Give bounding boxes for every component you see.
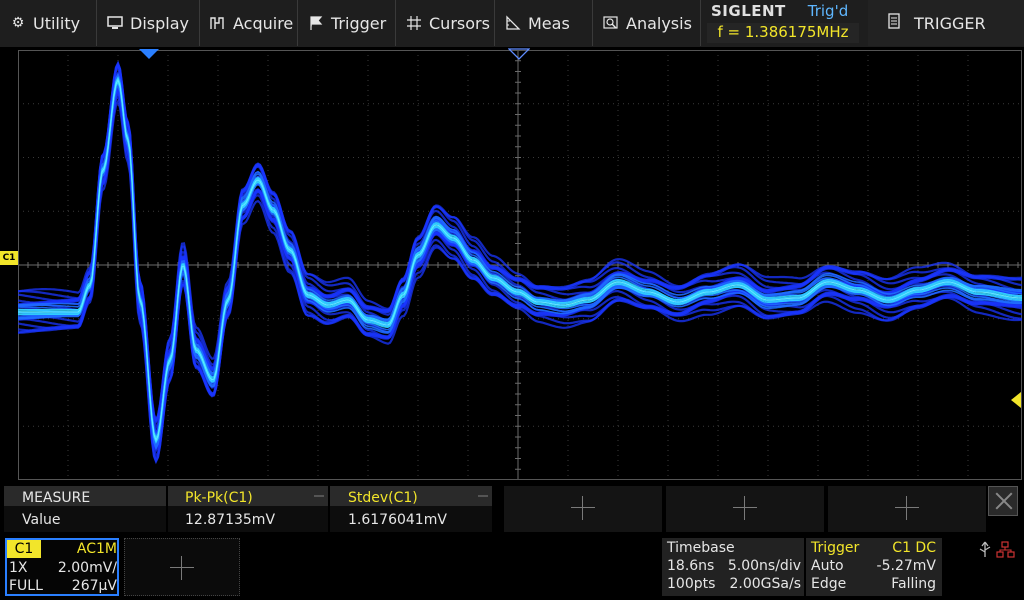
monitor-icon <box>107 15 123 31</box>
collapse-icon <box>478 495 488 497</box>
measure-pkpk-name: Pk-Pk(C1) <box>185 490 253 506</box>
close-measure-button[interactable] <box>988 486 1018 516</box>
brand-logo: SIGLENT <box>711 2 786 20</box>
menu-meas[interactable]: Meas <box>495 0 593 46</box>
flag-icon <box>308 15 324 31</box>
trigger-level: -5.27mV <box>876 558 936 574</box>
acquire-icon <box>210 15 226 31</box>
measure-column-pkpk[interactable]: Pk-Pk(C1) 12.87135mV <box>168 486 328 532</box>
graticule <box>18 50 1022 480</box>
menu-utility-label: Utility <box>33 13 81 33</box>
trigger-delay-marker[interactable] <box>508 48 530 60</box>
menu-acquire[interactable]: Acquire <box>200 0 298 46</box>
menu-utility[interactable]: ⚙ Utility <box>0 0 97 46</box>
timebase-points: 100pts <box>667 576 716 592</box>
add-measure-slot-1[interactable] <box>504 486 662 532</box>
ruler-icon <box>505 15 521 31</box>
plus-icon <box>733 496 757 520</box>
add-channel-slot[interactable] <box>124 538 240 596</box>
measure-title: MEASURE <box>22 490 91 506</box>
crosshair-icon <box>406 15 422 31</box>
measure-panel: MEASURE Value Pk-Pk(C1) 12.87135mV Stdev… <box>0 484 1024 533</box>
timebase-delay: 18.6ns <box>667 558 715 574</box>
magnifier-icon <box>603 15 619 31</box>
measure-stdev-value: 1.6176041mV <box>348 512 447 528</box>
horizontal-position-marker[interactable] <box>138 48 160 60</box>
menu-trigger[interactable]: Trigger <box>298 0 396 46</box>
menu-acquire-label: Acquire <box>233 13 294 33</box>
measure-pkpk-value: 12.87135mV <box>185 512 276 528</box>
timebase-panel[interactable]: Timebase 18.6ns 5.00ns/div 100pts 2.00GS… <box>662 538 804 596</box>
trigger-status: Trig'd <box>807 2 849 20</box>
plus-icon <box>895 496 919 520</box>
menu-analysis-label: Analysis <box>626 13 692 33</box>
ch1-bandwidth: FULL <box>9 578 43 594</box>
waveform-canvas <box>18 50 1022 480</box>
trigger-menu-button[interactable]: TRIGGER <box>868 0 1024 46</box>
brand-status-panel: SIGLENT Trig'd f = 1.386175MHz <box>703 0 863 46</box>
plus-icon <box>571 496 595 520</box>
measure-row-label: Value <box>22 512 61 528</box>
network-icon <box>996 541 1015 558</box>
trigger-panel[interactable]: Trigger C1 DC Auto -5.27mV Edge Falling <box>806 538 942 596</box>
menu-cursors-label: Cursors <box>429 13 490 33</box>
menu-display[interactable]: Display <box>97 0 200 46</box>
frequency-counter: f = 1.386175MHz <box>707 23 859 43</box>
add-measure-slot-3[interactable] <box>828 486 986 532</box>
waveform-display[interactable] <box>18 50 1022 480</box>
usb-icon <box>979 541 991 557</box>
ch1-offset: 267μV <box>71 578 117 594</box>
menu-display-label: Display <box>130 13 189 33</box>
trigger-mode: Auto <box>811 558 844 574</box>
measure-label-column: MEASURE Value <box>4 486 166 532</box>
trigger-menu-label: TRIGGER <box>914 13 986 33</box>
timebase-title: Timebase <box>667 540 735 556</box>
timebase-sample-rate: 2.00GSa/s <box>729 576 802 592</box>
trigger-slope: Falling <box>891 576 936 592</box>
connection-status <box>975 540 1019 560</box>
trigger-title: Trigger <box>811 540 860 556</box>
timebase-scale: 5.00ns/div <box>727 558 801 574</box>
ch1-coupling: AC1M <box>76 541 117 557</box>
trigger-source: C1 DC <box>892 540 936 556</box>
measure-stdev-name: Stdev(C1) <box>348 490 418 506</box>
ch1-label: C1 <box>7 540 41 558</box>
add-measure-slot-2[interactable] <box>666 486 824 532</box>
ch1-scale: 2.00mV/ <box>57 560 117 576</box>
trigger-level-marker[interactable] <box>1010 391 1022 409</box>
trigger-type: Edge <box>811 576 847 592</box>
menu-trigger-label: Trigger <box>331 13 387 33</box>
measure-column-stdev[interactable]: Stdev(C1) 1.6176041mV <box>330 486 492 532</box>
list-icon <box>888 13 900 33</box>
menu-analysis[interactable]: Analysis <box>593 0 701 46</box>
ch1-waveform <box>18 60 1022 465</box>
ch1-offset-marker[interactable]: C1 <box>0 251 18 265</box>
menu-meas-label: Meas <box>528 13 570 33</box>
gear-icon: ⚙ <box>11 15 25 31</box>
plus-icon <box>170 556 194 580</box>
collapse-icon <box>314 495 324 497</box>
ch1-probe: 1X <box>9 560 28 576</box>
ch1-settings-panel[interactable]: C1 AC1M 1X 2.00mV/ FULL 267μV <box>5 538 119 596</box>
menu-cursors[interactable]: Cursors <box>396 0 495 46</box>
